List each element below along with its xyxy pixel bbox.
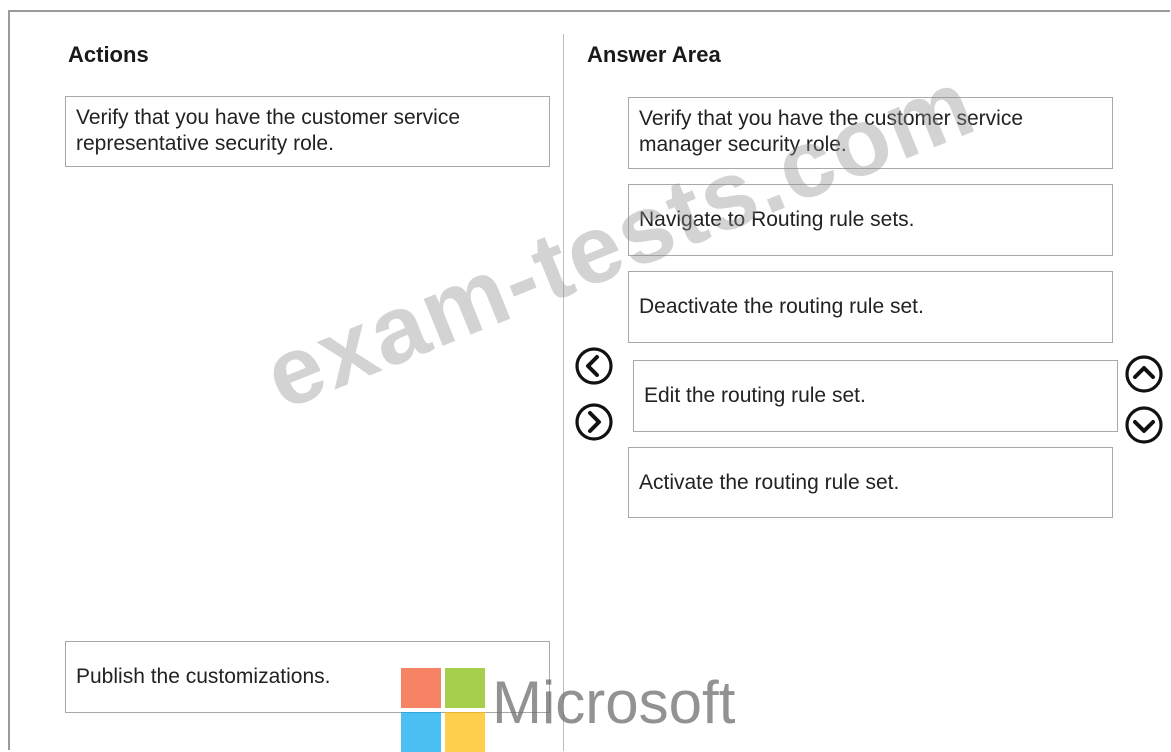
actions-heading: Actions <box>68 42 149 67</box>
column-divider <box>563 34 564 751</box>
move-left-button[interactable] <box>574 346 614 386</box>
answer-item[interactable]: Edit the routing rule set. <box>633 360 1118 432</box>
answer-item[interactable]: Navigate to Routing rule sets. <box>628 184 1113 256</box>
action-item[interactable]: Publish the customizations. <box>65 641 550 713</box>
answer-item[interactable]: Verify that you have the customer servic… <box>628 97 1113 169</box>
move-down-button[interactable] <box>1124 405 1164 445</box>
answer-item[interactable]: Deactivate the routing rule set. <box>628 271 1113 343</box>
answer-item[interactable]: Activate the routing rule set. <box>628 447 1113 518</box>
action-item[interactable]: Verify that you have the customer servic… <box>65 96 550 167</box>
move-right-button[interactable] <box>574 402 614 442</box>
answer-area-heading: Answer Area <box>587 42 721 67</box>
move-up-button[interactable] <box>1124 354 1164 394</box>
